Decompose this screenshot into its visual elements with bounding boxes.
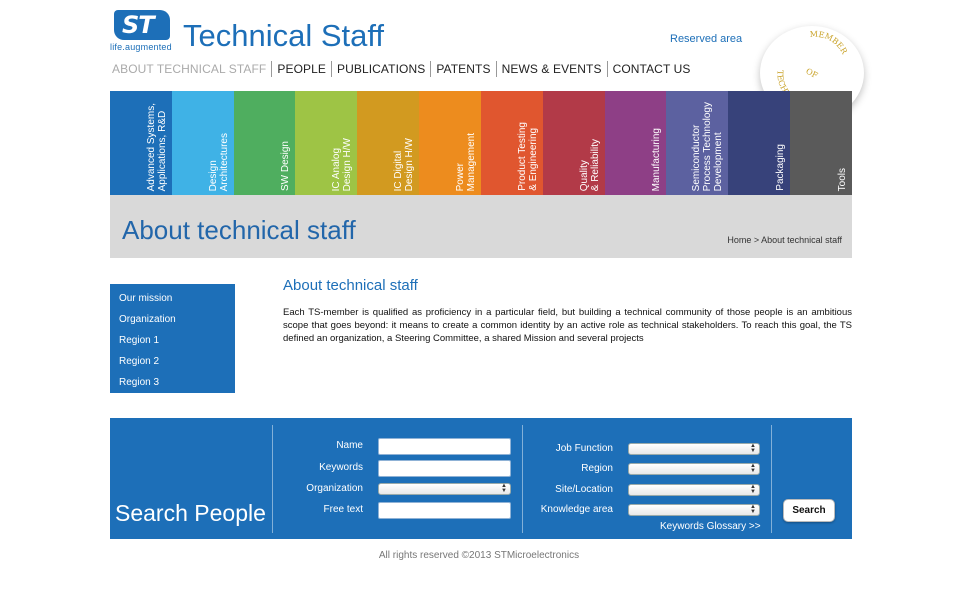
name-label: Name [336,440,363,451]
site-title: Technical Staff [183,18,385,53]
category-tile[interactable]: Power Management [419,91,481,195]
name-input[interactable] [378,438,511,455]
organization-label: Organization [306,483,363,494]
category-tile[interactable]: IC Analog Design H/W [295,91,358,195]
page-title: About technical staff [122,215,356,245]
category-label: Manufacturing [651,127,663,191]
category-label: Packaging [775,144,787,191]
svg-text:MEMBER: MEMBER [806,26,854,59]
side-menu-organization[interactable]: Organization [110,309,235,330]
search-button[interactable]: Search [783,499,835,522]
main-nav: ABOUT TECHNICAL STAFF PEOPLE PUBLICATION… [110,61,695,77]
logo-text: ST [122,11,155,39]
st-logo-mark: ST [114,10,170,40]
site-location-label: Site/Location [555,484,613,495]
select-arrows-icon: ▲ ▼ [750,443,756,454]
region-label: Region [581,463,613,474]
category-label: Quality & Reliability [578,138,601,191]
breadcrumb[interactable]: Home > About technical staff [727,235,842,245]
job-function-label: Job Function [555,443,613,454]
logo-tagline: life.augmented [110,42,172,52]
region-select[interactable]: ▲ ▼ [628,463,760,475]
category-label: IC Analog Design H/W [331,137,354,191]
site-location-select[interactable]: ▲ ▼ [628,484,760,496]
divider [771,425,772,533]
category-label: SW Design [280,140,292,191]
free-text-label: Free text [323,504,363,515]
category-bar: Advanced Systems, Applications, R&D Desi… [110,91,852,195]
category-label: Tools [836,167,848,191]
st-logo[interactable]: ST life.augmented [110,10,174,54]
category-tile[interactable]: Manufacturing [604,91,667,195]
nav-about[interactable]: ABOUT TECHNICAL STAFF [110,61,271,77]
category-label: Semiconductor Process Technology Develop… [691,101,725,191]
category-label: Power Management [454,132,477,191]
divider [272,425,273,533]
category-tile[interactable]: Quality & Reliability [542,91,605,195]
nav-patents[interactable]: PATENTS [430,61,495,77]
side-menu-region-2[interactable]: Region 2 [110,351,235,372]
category-label: Product Testing & Engineering [516,122,539,191]
select-arrows-icon: ▲ ▼ [750,504,756,515]
keywords-label: Keywords [319,462,363,473]
free-text-input[interactable] [378,502,511,519]
category-tile[interactable]: Design Architectures [171,91,234,195]
category-tile[interactable]: Advanced Systems, Applications, R&D [110,91,172,195]
category-tile[interactable]: SW Design [233,91,296,195]
keywords-glossary-link[interactable]: Keywords Glossary >> [660,521,761,532]
category-tile[interactable]: Tools [790,91,852,195]
seal-text-mid: OF [804,67,819,81]
category-label: Design Architectures [207,132,230,191]
category-tile[interactable]: IC Digital Design H/W [357,91,420,195]
side-menu: Our mission Organization Region 1 Region… [110,284,235,393]
search-people-panel: Search People Name Keywords Organization… [110,418,852,539]
side-menu-region-3[interactable]: Region 3 [110,372,235,393]
side-menu-region-1[interactable]: Region 1 [110,330,235,351]
select-arrows-icon: ▲ ▼ [750,484,756,495]
category-tile[interactable]: Semiconductor Process Technology Develop… [666,91,729,195]
content-title: About technical staff [283,277,418,294]
job-function-select[interactable]: ▲ ▼ [628,443,760,455]
reserved-area-link[interactable]: Reserved area [670,33,742,45]
nav-people[interactable]: PEOPLE [271,61,331,77]
divider [522,425,523,533]
category-tile[interactable]: Packaging [728,91,791,195]
select-arrows-icon: ▲ ▼ [750,463,756,474]
organization-select[interactable]: ▲ ▼ [378,483,511,495]
nav-publications[interactable]: PUBLICATIONS [330,61,430,77]
content-text: Each TS-member is qualified as proficien… [283,307,852,344]
search-people-title: Search People [115,500,266,526]
page-banner: About technical staff Home > About techn… [110,195,852,258]
seal-text-top: MEMBER [806,26,854,59]
nav-contact[interactable]: CONTACT US [606,61,696,77]
category-label: IC Digital Design H/W [393,137,416,191]
category-label: Advanced Systems, Applications, R&D [145,102,168,191]
keywords-input[interactable] [378,460,511,477]
knowledge-area-select[interactable]: ▲ ▼ [628,504,760,516]
category-tile[interactable]: Product Testing & Engineering [480,91,543,195]
nav-news-events[interactable]: NEWS & EVENTS [495,61,607,77]
knowledge-area-label: Knowledge area [540,504,613,515]
select-arrows-icon: ▲ ▼ [501,483,507,494]
footer-copyright: All rights reserved ©2013 STMicroelectro… [378,550,580,561]
side-menu-our-mission[interactable]: Our mission [110,288,235,309]
